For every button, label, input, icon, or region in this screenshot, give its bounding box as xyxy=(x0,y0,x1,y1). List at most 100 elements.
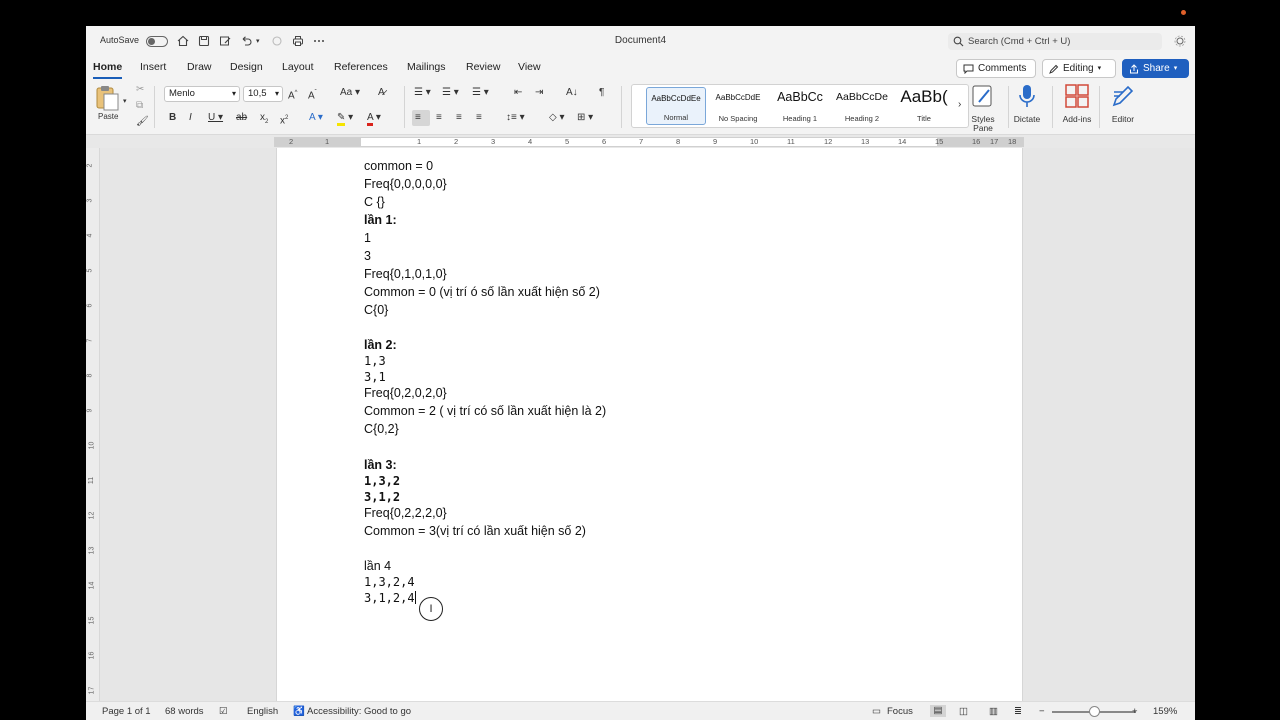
zoom-in-icon[interactable]: + xyxy=(1132,706,1138,717)
show-paragraph-marks-icon[interactable]: ¶ xyxy=(599,87,604,99)
zoom-out-icon[interactable]: − xyxy=(1039,706,1045,717)
document-line[interactable]: Common = 0 (vị trí ó số lần xuất hiện số… xyxy=(364,284,600,300)
document-line[interactable]: Freq{0,2,0,2,0} xyxy=(364,385,447,401)
outline-icon[interactable]: ≣ xyxy=(1014,706,1022,717)
word-count[interactable]: 68 words xyxy=(165,706,204,717)
document-line[interactable]: 3 xyxy=(364,248,371,264)
style-heading-1[interactable]: AaBbCc Heading 1 xyxy=(770,87,830,125)
ruler-number: 15 xyxy=(935,137,944,146)
multilevel-list-icon[interactable]: ☰ ▾ xyxy=(472,87,489,99)
align-center-icon[interactable]: ≡ xyxy=(436,112,442,124)
borders-icon[interactable]: ⊞ ▾ xyxy=(577,112,593,124)
style-heading-2[interactable]: AaBbCcDe Heading 2 xyxy=(832,87,892,125)
editing-button[interactable]: Editing ▾ xyxy=(1042,59,1116,78)
strikethrough-icon[interactable]: ab xyxy=(236,112,247,124)
sort-icon[interactable]: A↓ xyxy=(566,87,578,99)
font-name-select[interactable]: Menlo ▾ xyxy=(164,86,240,102)
tab-insert[interactable]: Insert xyxy=(140,61,166,73)
share-button[interactable]: Share ▾ xyxy=(1122,59,1189,78)
underline-icon[interactable]: U ▾ xyxy=(208,112,223,124)
document-line[interactable]: Common = 2 ( vị trí có số lần xuất hiện … xyxy=(364,403,606,419)
document-area[interactable]: 2 3 4 5 6 7 8 9 10 11 12 13 14 15 16 17 common = 0 Freq{… xyxy=(86,148,1195,701)
editor-button[interactable]: Editor xyxy=(1101,84,1145,124)
document-line[interactable]: 1 xyxy=(364,230,371,246)
document-line[interactable]: Freq{0,0,0,0,0} xyxy=(364,176,447,192)
align-right-icon[interactable]: ≡ xyxy=(456,112,462,124)
document-line[interactable]: 3,1,2 xyxy=(364,489,400,505)
copy-icon[interactable]: ⧉ xyxy=(136,100,143,112)
tab-review[interactable]: Review xyxy=(466,61,500,73)
decrease-indent-icon[interactable]: ⇤ xyxy=(514,87,522,99)
focus-button[interactable]: Focus xyxy=(887,706,913,717)
style-title[interactable]: AaBb( Title xyxy=(894,87,954,125)
print-layout-icon[interactable]: ▤ xyxy=(930,705,946,717)
superscript-icon[interactable]: x2 xyxy=(280,112,288,127)
document-line[interactable]: Freq{0,2,2,2,0} xyxy=(364,505,447,521)
grow-font-icon[interactable]: A^ xyxy=(288,87,298,102)
read-mode-icon[interactable]: ▥ xyxy=(989,706,998,717)
document-line[interactable]: lần 3: xyxy=(364,457,397,473)
document-line[interactable]: C{0,2} xyxy=(364,421,399,437)
document-line[interactable]: lần 2: xyxy=(364,337,397,353)
clear-formatting-icon[interactable]: A̷ xyxy=(378,87,385,99)
numbering-icon[interactable]: ☰ ▾ xyxy=(442,87,459,99)
font-color-icon[interactable]: A ▾ xyxy=(367,112,381,126)
increase-indent-icon[interactable]: ⇥ xyxy=(535,87,543,99)
tab-design[interactable]: Design xyxy=(230,61,263,73)
tab-home[interactable]: Home xyxy=(93,61,123,79)
document-line[interactable]: common = 0 xyxy=(364,158,433,174)
shading-icon[interactable]: ◇ ▾ xyxy=(549,112,565,124)
text-effects-icon[interactable]: A ▾ xyxy=(309,112,323,124)
subscript-icon[interactable]: x2 xyxy=(260,112,268,128)
document-line[interactable]: C {} xyxy=(364,194,385,210)
comments-button[interactable]: Comments xyxy=(956,59,1036,78)
cut-icon[interactable]: ✂ xyxy=(136,84,144,96)
style-normal[interactable]: AaBbCcDdEe Normal xyxy=(646,87,706,125)
document-line[interactable]: 1,3 xyxy=(364,353,386,369)
line-spacing-icon[interactable]: ↕≡ ▾ xyxy=(506,112,525,124)
document-line[interactable]: lần 1: xyxy=(364,212,397,228)
styles-pane-button[interactable]: Styles Pane xyxy=(961,84,1005,133)
language-status[interactable]: English xyxy=(247,706,278,717)
ruler-track[interactable]: 2 1 1 2 3 4 5 6 7 8 9 10 11 12 13 14 15 16 17 18 xyxy=(274,137,1024,147)
document-line[interactable]: 1,3,2,4 xyxy=(364,574,415,590)
zoom-slider-handle[interactable] xyxy=(1089,706,1100,717)
document-page[interactable]: common = 0 Freq{0,0,0,0,0} C {} lần 1: 1 3 Fre… xyxy=(276,148,1023,701)
addins-button[interactable]: Add-ins xyxy=(1055,84,1099,124)
document-line[interactable]: 3,1 xyxy=(364,369,386,385)
change-case-icon[interactable]: Aa ▾ xyxy=(340,87,360,99)
document-line[interactable]: Freq{0,1,0,1,0} xyxy=(364,266,447,282)
highlight-icon[interactable]: ✎ ▾ xyxy=(337,112,353,126)
align-left-icon[interactable]: ≡ xyxy=(412,110,430,126)
tab-view[interactable]: View xyxy=(518,61,541,73)
document-line[interactable]: Common = 3(vị trí có lần xuất hiện số 2) xyxy=(364,523,586,539)
document-line[interactable]: 1,3,2 xyxy=(364,473,400,489)
search-box[interactable]: Search (Cmd + Ctrl + U) xyxy=(948,33,1162,50)
tab-references[interactable]: References xyxy=(334,61,388,73)
paste-icon[interactable] xyxy=(94,84,124,114)
vertical-ruler-number: 6 xyxy=(86,303,94,308)
tab-mailings[interactable]: Mailings xyxy=(407,61,446,73)
format-painter-icon[interactable]: 🖌 xyxy=(136,116,149,128)
page-count[interactable]: Page 1 of 1 xyxy=(102,706,151,717)
paste-dropdown-icon[interactable]: ▾ xyxy=(123,96,127,108)
zoom-level[interactable]: 159% xyxy=(1153,706,1177,717)
font-size-select[interactable]: 10,5 ▾ xyxy=(243,86,283,102)
document-line[interactable]: C{0} xyxy=(364,302,388,318)
accessibility-status[interactable]: Accessibility: Good to go xyxy=(307,706,411,717)
italic-icon[interactable]: I xyxy=(189,112,192,124)
style-no-spacing[interactable]: AaBbCcDdE No Spacing xyxy=(708,87,768,125)
vertical-ruler-number: 2 xyxy=(86,163,94,168)
justify-icon[interactable]: ≡ xyxy=(476,112,482,124)
web-layout-icon[interactable]: ◫ xyxy=(959,706,968,717)
bullets-icon[interactable]: ☰ ▾ xyxy=(414,87,431,99)
proofing-icon[interactable]: ☑ xyxy=(219,706,228,717)
tab-draw[interactable]: Draw xyxy=(187,61,212,73)
document-line[interactable]: 3,1,2,4 xyxy=(364,590,416,606)
dictate-button[interactable]: Dictate xyxy=(1005,84,1049,124)
settings-icon[interactable] xyxy=(1173,34,1187,48)
tab-layout[interactable]: Layout xyxy=(282,61,314,73)
shrink-font-icon[interactable]: Aˇ xyxy=(308,87,317,102)
document-line[interactable]: lần 4 xyxy=(364,558,391,574)
bold-icon[interactable]: B xyxy=(169,112,176,124)
